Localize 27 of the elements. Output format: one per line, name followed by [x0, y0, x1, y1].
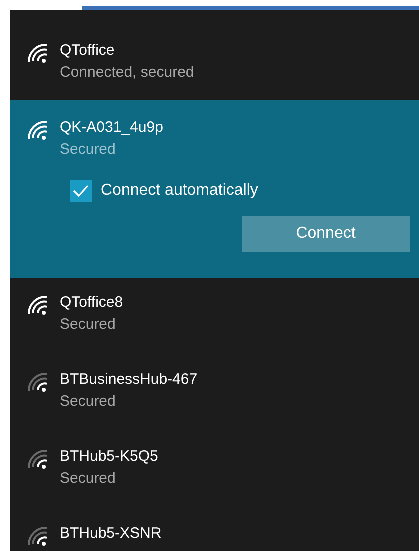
wifi-signal-icon: [27, 296, 48, 317]
wifi-signal-icon: [27, 450, 48, 471]
network-item[interactable]: BTHub5-XSNR: [10, 509, 419, 551]
network-item[interactable]: QToffice Connected, secured: [10, 10, 419, 100]
wifi-signal-icon: [27, 527, 48, 548]
network-name: QToffice: [60, 41, 116, 61]
network-status: Secured: [60, 315, 117, 335]
checkmark-icon: [73, 185, 89, 197]
network-name: BTBusinessHub-467: [60, 370, 198, 390]
network-name: QK-A031_4u9p: [60, 118, 164, 138]
checkbox[interactable]: [70, 180, 92, 202]
network-item[interactable]: QK-A031_4u9p Secured Connect automatically Connect: [10, 100, 419, 278]
network-status: Connected, secured: [60, 63, 194, 83]
network-name: BTHub5-XSNR: [60, 524, 162, 544]
network-status: Secured: [60, 469, 117, 489]
network-item[interactable]: BTBusinessHub-467 Secured: [10, 355, 419, 432]
network-status: Secured: [60, 392, 117, 412]
network-name: QToffice8: [60, 293, 124, 313]
network-item[interactable]: QToffice8 Secured: [10, 278, 419, 355]
network-name: BTHub5-K5Q5: [60, 447, 158, 467]
wifi-signal-icon: [27, 44, 48, 65]
wifi-signal-icon: [27, 373, 48, 394]
network-status: Secured: [60, 140, 117, 160]
connect-button[interactable]: Connect: [242, 216, 410, 252]
wifi-signal-icon: [27, 121, 48, 142]
network-item[interactable]: BTHub5-K5Q5 Secured: [10, 432, 419, 509]
checkbox-label: Connect automatically: [101, 181, 258, 201]
